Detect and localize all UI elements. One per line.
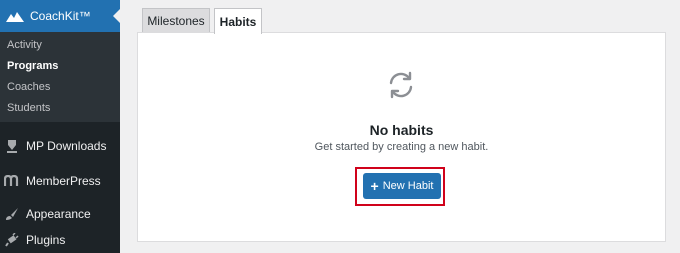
- menu-item-plugins[interactable]: Plugins: [0, 226, 120, 253]
- tab-milestones[interactable]: Milestones: [142, 8, 210, 33]
- plus-icon: +: [370, 178, 379, 194]
- coachkit-submenu: Activity Programs Coaches Students: [0, 32, 120, 122]
- submenu-item-activity[interactable]: Activity: [7, 39, 42, 51]
- active-menu-arrow: [113, 9, 120, 23]
- menu-item-mp-downloads[interactable]: MP Downloads: [0, 132, 120, 160]
- menu-item-label: Appearance: [26, 207, 91, 221]
- new-habit-button-label: New Habit: [382, 180, 434, 192]
- submenu-item-programs[interactable]: Programs: [7, 60, 58, 72]
- empty-state-subtitle: Get started by creating a new habit.: [314, 141, 489, 153]
- menu-item-memberpress[interactable]: MemberPress: [0, 167, 120, 195]
- download-icon: [4, 138, 20, 154]
- coachkit-menu-label: CoachKit™: [30, 9, 91, 23]
- new-habit-button[interactable]: + New Habit: [363, 173, 441, 199]
- memberpress-icon: [4, 173, 20, 189]
- paintbrush-icon: [4, 206, 20, 222]
- empty-state-title: No habits: [369, 122, 434, 138]
- submenu-item-coaches[interactable]: Coaches: [7, 81, 50, 93]
- coachkit-logo-icon: [6, 12, 24, 22]
- menu-item-label: MemberPress: [26, 174, 101, 188]
- tab-habits[interactable]: Habits: [214, 8, 262, 34]
- menu-item-label: Plugins: [26, 233, 66, 247]
- menu-item-appearance[interactable]: Appearance: [0, 200, 120, 228]
- submenu-item-students[interactable]: Students: [7, 102, 50, 114]
- admin-sidebar: CoachKit™ Activity Programs Coaches Stud…: [0, 0, 120, 253]
- menu-item-label: MP Downloads: [26, 139, 107, 153]
- refresh-icon: [389, 71, 413, 99]
- coachkit-menu-header[interactable]: CoachKit™: [0, 0, 120, 32]
- plugin-icon: [4, 232, 20, 248]
